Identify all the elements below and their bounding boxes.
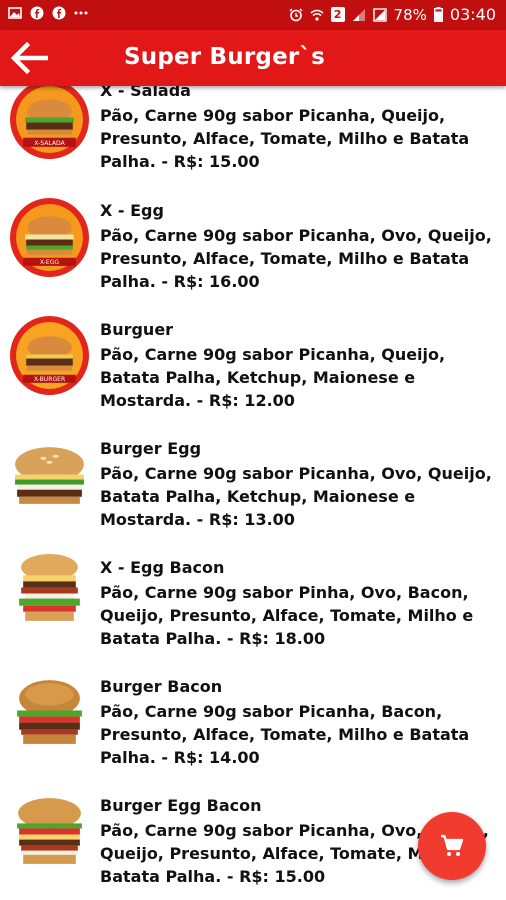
menu-item-burger-bacon[interactable]: Burger Bacon Pão, Carne 90g sabor Picanh… — [0, 664, 506, 783]
item-name: X - Salada — [100, 86, 191, 100]
arrow-back-icon — [10, 42, 48, 74]
menu-item-x-egg-bacon[interactable]: X - Egg Bacon Pão, Carne 90g sabor Pinha… — [0, 545, 506, 664]
system-icons: 2 78% 03:40 — [289, 5, 496, 24]
battery-percent: 78% — [393, 5, 427, 24]
more-notifications-icon — [74, 11, 88, 15]
cart-icon — [441, 834, 464, 856]
clock: 03:40 — [449, 5, 496, 24]
wifi-icon — [310, 9, 324, 21]
item-description: Pão, Carne 90g sabor Picanha, Ovo, Queij… — [100, 226, 492, 291]
item-description: Pão, Carne 90g sabor Picanha, Queijo, Ba… — [100, 345, 446, 410]
signal-icon — [352, 8, 365, 21]
facebook-icon — [30, 6, 44, 20]
burger-image: X-BURGER — [10, 316, 89, 395]
menu-item-x-egg[interactable]: X-EGG X - Egg Pão, Carne 90g sabor Pican… — [0, 188, 506, 307]
item-description: Pão, Carne 90g sabor Pinha, Ovo, Bacon, … — [100, 583, 474, 648]
item-description: Pão, Carne 90g sabor Picanha, Queijo, Pr… — [100, 106, 470, 171]
burger-image — [17, 798, 82, 864]
menu-item-burguer[interactable]: X-BURGER Burguer Pão, Carne 90g sabor Pi… — [0, 307, 506, 426]
burger-image: X-EGG — [10, 198, 89, 277]
facebook-icon-2 — [52, 6, 66, 20]
battery-icon — [433, 7, 443, 22]
item-name: Burger Egg Bacon — [100, 796, 262, 815]
signal-icon-2 — [372, 7, 387, 22]
item-description: Pão, Carne 90g sabor Picanha, Ovo, Queij… — [100, 464, 492, 529]
gallery-icon — [8, 7, 22, 19]
svg-text:X-BURGER: X-BURGER — [34, 376, 66, 383]
burger-image — [17, 680, 82, 744]
alarm-icon — [289, 8, 303, 21]
item-name: X - Egg — [100, 201, 164, 220]
page-title: Super Burger`s — [124, 44, 325, 70]
sim-badge: 2 — [330, 7, 345, 22]
item-name: Burguer — [100, 320, 174, 339]
status-bar: 2 78% 03:40 — [0, 0, 506, 30]
app-bar: Super Burger`s — [0, 30, 506, 86]
item-name: Burger Egg — [100, 439, 202, 458]
item-name: X - Egg Bacon — [100, 558, 225, 577]
menu-item-burger-egg[interactable]: Burger Egg Pão, Carne 90g sabor Picanha,… — [0, 426, 506, 545]
item-description: Pão, Carne 90g sabor Picanha, Bacon, Pre… — [100, 702, 470, 767]
svg-text:X-SALADA: X-SALADA — [34, 140, 65, 147]
burger-image: X-SALADA — [10, 86, 89, 159]
cart-fab-button[interactable] — [418, 812, 486, 880]
burger-image — [19, 554, 80, 621]
menu-item-x-salada[interactable]: X-SALADA X - Salada Pão, Carne 90g sabor… — [0, 86, 506, 188]
back-button[interactable] — [6, 38, 52, 78]
burger-image — [15, 447, 84, 504]
item-name: Burger Bacon — [100, 677, 223, 696]
svg-text:X-EGG: X-EGG — [40, 259, 60, 266]
notification-icons — [8, 6, 88, 20]
menu-list: X-SALADA X - Salada Pão, Carne 90g sabor… — [0, 86, 506, 900]
